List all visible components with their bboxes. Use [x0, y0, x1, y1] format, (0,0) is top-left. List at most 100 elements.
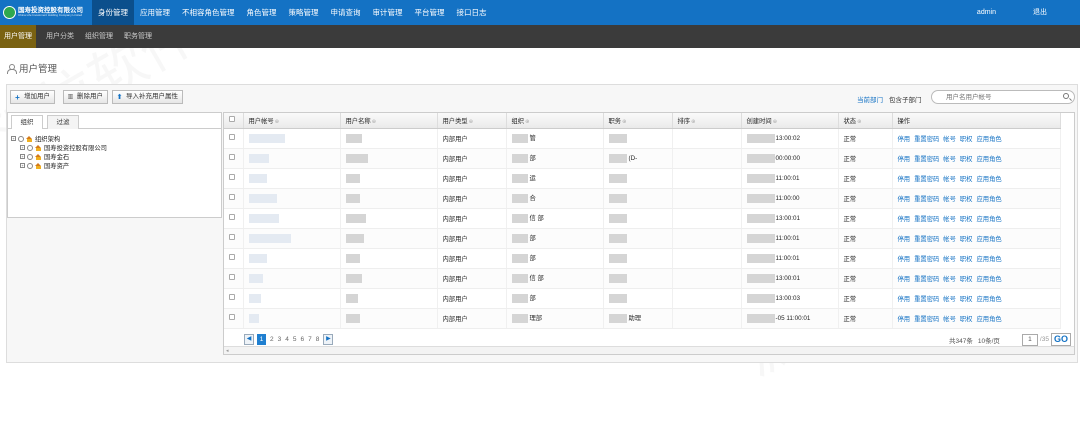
sort-icon[interactable]: ⊕ [773, 119, 777, 125]
action-link[interactable]: 帐号 [943, 176, 956, 183]
page-number[interactable]: 3 [278, 336, 282, 343]
action-link[interactable]: 应用角色 [976, 316, 1001, 323]
nav-item[interactable]: 不相容角色管理 [176, 0, 241, 25]
row-checkbox[interactable] [229, 134, 235, 140]
table-row[interactable]: 内部用户 信 部 13:00:01 正常 停用 重置密码 帐号 职权 应用角色 [224, 268, 1061, 289]
nav-item[interactable]: 审计管理 [367, 0, 409, 25]
tab-filter[interactable]: 过滤 [47, 115, 79, 129]
action-link[interactable]: 职权 [960, 176, 973, 183]
search-input[interactable] [946, 91, 1066, 103]
nav-item[interactable]: 接口日志 [451, 0, 493, 25]
row-checkbox[interactable] [229, 234, 235, 240]
page-size-select[interactable]: 10条/页 [978, 335, 1000, 345]
action-link[interactable]: 重置密码 [914, 156, 939, 163]
include-sub-dept-filter[interactable]: 包含子部门 [889, 94, 922, 104]
expand-icon[interactable]: + [20, 154, 25, 159]
row-checkbox[interactable] [229, 314, 235, 320]
action-link[interactable]: 重置密码 [914, 316, 939, 323]
tree-node[interactable]: + 国寿投资控股有限公司 [20, 143, 107, 152]
radio-button[interactable] [18, 135, 24, 142]
action-link[interactable]: 职权 [960, 136, 973, 143]
action-link[interactable]: 帐号 [943, 256, 956, 263]
row-checkbox[interactable] [229, 154, 235, 160]
column-header[interactable]: 组织⊕ [506, 113, 604, 129]
go-button[interactable]: GO [1050, 333, 1071, 346]
action-link[interactable]: 停用 [898, 196, 911, 203]
column-header[interactable]: 操作 [892, 113, 1061, 129]
radio-button[interactable] [27, 144, 33, 151]
action-link[interactable]: 帐号 [943, 296, 956, 303]
table-row[interactable]: 内部用户 理部 助理 -05 11:00:01 正常 停用 重置密码 帐号 职权 应用角色 [224, 308, 1061, 329]
row-checkbox[interactable] [229, 194, 235, 200]
page-number[interactable]: 4 [285, 336, 289, 343]
table-row[interactable]: 内部用户 管 13:00:02 正常 停用 重置密码 帐号 职权 应用角色 [224, 128, 1061, 149]
action-link[interactable]: 重置密码 [914, 176, 939, 183]
table-row[interactable]: 内部用户 运 11:00:01 正常 停用 重置密码 帐号 职权 应用角色 [224, 168, 1061, 189]
current-dept-filter[interactable]: 当前部门 [857, 94, 883, 104]
action-link[interactable]: 重置密码 [914, 196, 939, 203]
nav-item[interactable]: 身份管理 [92, 0, 134, 25]
action-link[interactable]: 停用 [898, 176, 911, 183]
action-link[interactable]: 职权 [960, 256, 973, 263]
row-checkbox[interactable] [229, 274, 235, 280]
sort-icon[interactable]: ⊕ [691, 119, 695, 125]
logout-link[interactable]: 退出 [1033, 0, 1047, 25]
tree-node[interactable]: + 国寿金石 [20, 152, 69, 161]
radio-button[interactable] [27, 162, 33, 169]
action-link[interactable]: 职权 [960, 156, 973, 163]
tab-org[interactable]: 组织 [11, 115, 43, 129]
action-link[interactable]: 职权 [960, 276, 973, 283]
sort-icon[interactable]: ⊕ [372, 119, 376, 125]
expand-icon[interactable]: + [11, 136, 16, 141]
subnav-item[interactable]: 组织管理 [81, 25, 117, 48]
page-number[interactable]: 6 [301, 336, 305, 343]
page-number[interactable]: 5 [293, 336, 297, 343]
action-link[interactable]: 应用角色 [976, 136, 1001, 143]
action-link[interactable]: 职权 [960, 316, 973, 323]
table-row[interactable]: 内部用户 部 11:00:01 正常 停用 重置密码 帐号 职权 应用角色 [224, 228, 1061, 249]
expand-icon[interactable]: + [20, 163, 25, 168]
action-link[interactable]: 应用角色 [976, 196, 1001, 203]
tree-node[interactable]: + 国寿资产 [20, 161, 69, 170]
action-link[interactable]: 停用 [898, 276, 911, 283]
table-row[interactable]: 内部用户 部 (D- 00:00:00 正常 停用 重置密码 帐号 职权 应用角色 [224, 148, 1061, 169]
action-link[interactable]: 重置密码 [914, 216, 939, 223]
add-user-button[interactable]: + 增加用户 [10, 90, 55, 104]
tree-node[interactable]: + 组织架构 [11, 134, 60, 143]
action-link[interactable]: 重置密码 [914, 136, 939, 143]
nav-item[interactable]: 策略管理 [283, 0, 325, 25]
select-all-checkbox[interactable] [229, 116, 235, 123]
action-link[interactable]: 停用 [898, 256, 911, 263]
column-header[interactable]: 状态⊕ [838, 113, 893, 129]
action-link[interactable]: 停用 [898, 316, 911, 323]
action-link[interactable]: 职权 [960, 236, 973, 243]
search-icon[interactable] [1063, 93, 1069, 99]
action-link[interactable]: 重置密码 [914, 296, 939, 303]
page-number-input[interactable]: 1 [1021, 333, 1038, 346]
delete-user-button[interactable]: ▥ 删除用户 [63, 90, 108, 104]
action-link[interactable]: 应用角色 [976, 256, 1001, 263]
action-link[interactable]: 应用角色 [976, 236, 1001, 243]
next-page-button[interactable]: ▶ [323, 334, 334, 345]
table-row[interactable]: 内部用户 部 13:00:03 正常 停用 重置密码 帐号 职权 应用角色 [224, 288, 1061, 309]
column-header[interactable]: 排序⊕ [672, 113, 742, 129]
subnav-item[interactable]: 用户管理 [0, 25, 36, 48]
action-link[interactable]: 停用 [898, 296, 911, 303]
action-link[interactable]: 帐号 [943, 276, 956, 283]
page-number[interactable]: 1 [257, 334, 266, 345]
prev-page-button[interactable]: ◀ [244, 334, 254, 345]
action-link[interactable]: 职权 [960, 216, 973, 223]
action-link[interactable]: 应用角色 [976, 216, 1001, 223]
row-checkbox[interactable] [229, 214, 235, 220]
import-attributes-button[interactable]: ⬆ 导入补充用户属性 [112, 90, 183, 104]
row-checkbox[interactable] [229, 254, 235, 260]
subnav-item[interactable]: 用户分类 [42, 25, 78, 48]
action-link[interactable]: 帐号 [943, 316, 956, 323]
action-link[interactable]: 帐号 [943, 196, 956, 203]
action-link[interactable]: 重置密码 [914, 276, 939, 283]
table-row[interactable]: 内部用户 合 11:00:00 正常 停用 重置密码 帐号 职权 应用角色 [224, 188, 1061, 209]
column-header[interactable]: 用户名称⊕ [340, 113, 438, 129]
radio-button[interactable] [27, 153, 33, 160]
action-link[interactable]: 停用 [898, 236, 911, 243]
current-user[interactable]: admin [977, 0, 996, 25]
